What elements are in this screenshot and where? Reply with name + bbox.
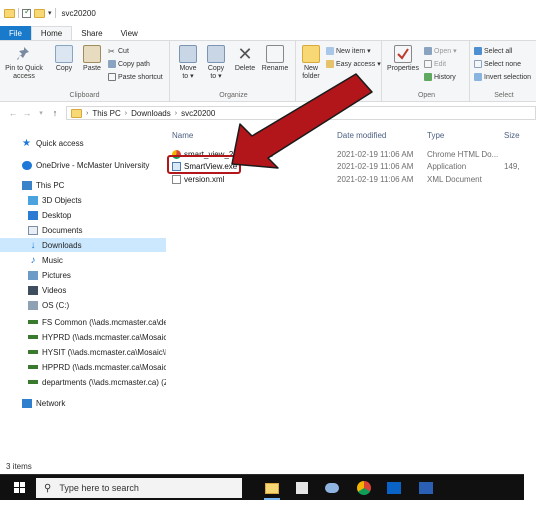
chrome-icon[interactable] — [354, 479, 374, 497]
outlook-icon[interactable] — [384, 479, 404, 497]
search-icon: ⚲ — [44, 482, 52, 494]
store-icon[interactable] — [292, 479, 312, 497]
status-item-count: 3 items — [6, 462, 32, 471]
taskbar: ⚲ Type here to search — [0, 474, 524, 500]
annotation-arrow-icon — [231, 73, 373, 169]
file-explorer-icon[interactable] — [262, 479, 282, 500]
windows-start-icon[interactable] — [14, 482, 26, 494]
paint-icon[interactable] — [322, 479, 342, 497]
page-bottom — [0, 500, 536, 510]
search-placeholder: Type here to search — [59, 483, 139, 493]
taskbar-search-box[interactable]: ⚲ Type here to search — [36, 478, 242, 498]
word-icon[interactable] — [416, 479, 436, 497]
